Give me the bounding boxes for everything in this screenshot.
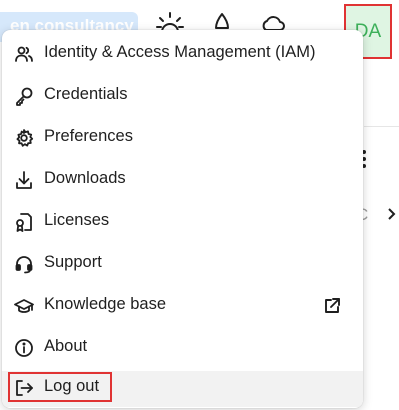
menu-item-label: Knowledge base [44, 295, 167, 313]
menu-item-preferences[interactable]: Preferences [2, 118, 363, 158]
headset-icon [14, 254, 34, 274]
menu-item-downloads[interactable]: Downloads [2, 160, 363, 200]
background-divider [364, 126, 399, 127]
download-icon [14, 170, 34, 190]
menu-item-iam[interactable]: Identity & Access Management (IAM) [2, 34, 363, 74]
menu-item-licenses[interactable]: Licenses [2, 202, 363, 242]
gear-icon [14, 128, 34, 148]
menu-item-label: Identity & Access Management (IAM) [44, 43, 316, 61]
graduation-cap-icon [14, 296, 34, 316]
menu-item-label: Log out [44, 377, 100, 395]
menu-item-logout[interactable]: Log out [2, 371, 363, 407]
menu-item-label: Support [44, 253, 102, 271]
license-icon [14, 212, 34, 232]
user-menu-dropdown: Identity & Access Management (IAM) Crede… [2, 30, 363, 408]
menu-item-about[interactable]: About [2, 328, 363, 368]
logout-icon [14, 378, 34, 398]
key-icon [14, 86, 34, 106]
menu-item-label: Downloads [44, 169, 126, 187]
menu-item-support[interactable]: Support [2, 244, 363, 284]
info-icon [14, 338, 34, 358]
menu-item-label: Preferences [44, 127, 133, 145]
users-icon [14, 44, 34, 64]
menu-item-label: About [44, 337, 88, 355]
menu-item-knowledge-base[interactable]: Knowledge base [2, 286, 363, 326]
menu-item-label: Credentials [44, 85, 128, 103]
external-link-icon [322, 296, 342, 316]
menu-item-credentials[interactable]: Credentials [2, 76, 363, 116]
chevron-right-icon[interactable] [386, 206, 398, 222]
menu-item-label: Licenses [44, 211, 110, 229]
